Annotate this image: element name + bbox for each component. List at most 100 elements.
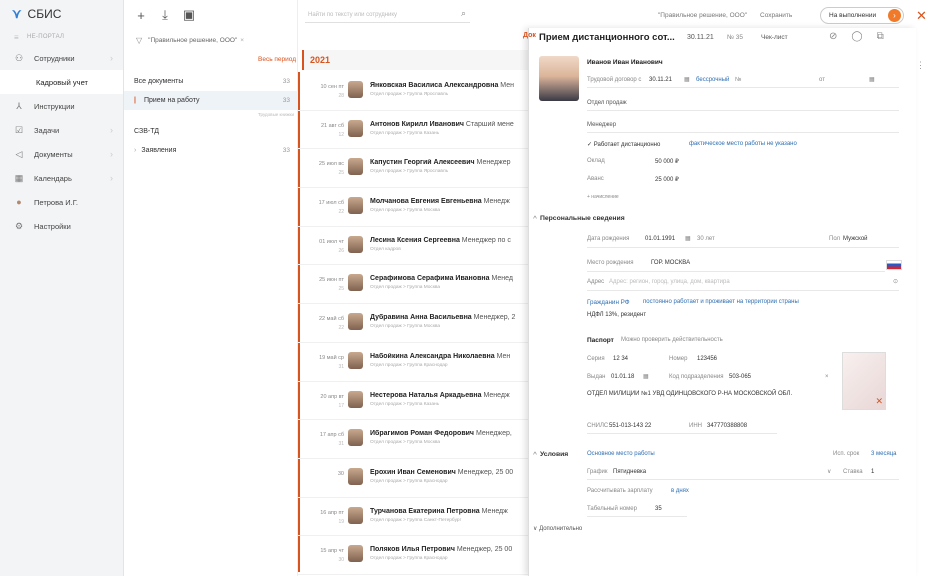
sidebar-item-hr-records[interactable]: Кадровый учет [0,70,123,94]
row-day: 22 [338,325,344,332]
contract-date-field[interactable]: 30.11.21 [649,77,672,83]
more-menu-icon[interactable]: ⋮ [916,60,925,71]
list-item[interactable]: 30 Ерохин Иван Семенович Менеджер, 25 00 О… [298,459,528,498]
sex-select[interactable]: Мужской [843,236,868,242]
sidebar-item-calendar[interactable]: ▦ Календарь › [0,166,123,190]
doc-type-all[interactable]: Все документы 33 [124,72,298,91]
salary-field[interactable]: 50 000 ₽ [655,158,679,165]
period-selector[interactable]: Весь период [258,56,296,63]
country-flag-icon[interactable] [886,260,902,270]
hint-label: Трудовые книжки [258,112,295,117]
birthplace-field[interactable]: ГОР. МОСКВА [651,260,690,266]
employee-photo[interactable] [539,56,579,101]
delete-icon[interactable]: ✕ [875,396,883,407]
row-date: 15 апр чт [320,548,344,555]
employee-name[interactable]: Иванов Иван Иванович [587,59,663,66]
add-icon[interactable]: + [134,8,148,23]
row-date: 19 май ср [319,354,344,361]
list-item[interactable]: 10 сен пт 28 Янковская Василиса Александро… [298,72,528,111]
checklist-button[interactable]: Чек-лист [761,34,788,41]
row-department: Отдел продаж > Группа Санкт-Петербург [370,517,462,523]
clear-icon[interactable]: × [825,374,829,380]
print-icon[interactable]: ⧉ [877,31,898,42]
sidebar-item-documents[interactable]: ◁ Документы › [0,142,123,166]
department-field[interactable]: Отдел продаж [587,100,627,106]
doc-date[interactable]: 30.11.21 [687,34,714,41]
sidebar-item-employees[interactable]: ⚇ Сотрудники › [0,46,123,70]
list-item[interactable]: 21 авг сб 12 Антонов Кирилл Иванович Старш… [298,111,528,150]
calendar-icon[interactable]: ▦ [684,76,690,83]
row-day: 25 [338,170,344,177]
comment-icon[interactable]: ◯ [851,31,876,42]
workplace-link[interactable]: фактическое место работы не указано [689,141,797,147]
list-item[interactable]: 17 апр сб 31 Ибрагимов Роман Федорович Мен… [298,420,528,459]
archive-icon[interactable]: ▣ [182,7,196,23]
passport-scan-thumbnail[interactable]: ✕ [842,352,886,410]
passport-check-link[interactable]: Можно проверить действительность [621,337,723,343]
close-icon[interactable]: ✕ [916,8,927,24]
conditions-section-header[interactable]: ^ Условия [533,451,568,458]
download-icon[interactable]: ⤓ [158,7,172,23]
list-item[interactable]: 19 май ср 31 Набойкина Александра Николаев… [298,343,528,382]
remote-checkbox[interactable]: ✓ Работает дистанционно [587,141,660,148]
inn-field[interactable]: 347770388808 [707,423,747,429]
save-button[interactable]: Сохранить [760,12,792,19]
birth-date-field[interactable]: 01.01.1991 [645,236,675,242]
rate-field[interactable]: 1 [871,469,874,475]
list-item[interactable]: 25 июл вс 25 Капустин Георгий Алексеевич М… [298,149,528,189]
citizenship-link[interactable]: Гражданин РФ [587,299,630,306]
calendar-icon[interactable]: ▦ [685,235,691,242]
passport-number-field[interactable]: 123456 [697,356,717,362]
position-field[interactable]: Менеджер [587,122,616,128]
portal-switch[interactable]: ≡ НЕ-ПОРТАЛ [0,28,123,46]
row-department: Отдел продаж > Группа Краснодар [370,556,448,562]
tab-number-field[interactable]: 35 [655,506,662,512]
contract-term-link[interactable]: бессрочный [696,77,729,83]
add-accrual-link[interactable]: + начисление [587,194,619,200]
pay-mode-link[interactable]: в днях [671,488,689,494]
list-item[interactable]: 20 апр вт 17 Нестерова Наталья Аркадьевна … [298,382,528,421]
passport-issued-field[interactable]: 01.01.18 [611,374,634,380]
list-item[interactable]: 22 май сб 22 Дубравина Анна Васильевна Мен… [298,304,528,343]
organization-name[interactable]: "Правильное решение, ООО" [658,12,747,19]
snils-field[interactable]: 551-013-143 22 [609,423,651,429]
personal-section-header[interactable]: ^ Персональные сведения [533,215,625,222]
passport-issuer-field[interactable]: ОТДЕЛ МИЛИЦИИ №1 УВД ОДИНЦОВСКОГО Р-НА М… [587,390,837,399]
doc-number[interactable]: № 35 [727,34,743,41]
search-icon[interactable]: ⌕ [461,8,466,19]
list-item[interactable]: 01 июл чт 26 Лесина Ксения Сергеевна Менед… [298,227,528,266]
sidebar-item-profile[interactable]: ● Петрова И.Г. [0,190,123,214]
sidebar-item-instructions[interactable]: ⅄ Инструкции [0,94,123,118]
calendar-icon[interactable]: ▦ [869,76,875,83]
map-pin-icon[interactable]: ⊙ [893,278,898,285]
list-item[interactable]: 25 июн пт 25 Серафимова Серафима Ивановна … [298,265,528,305]
advance-field[interactable]: 25 000 ₽ [655,176,679,183]
doc-type-szv-td[interactable]: СЗВ-ТД [124,122,298,141]
chevron-down-icon[interactable]: ∨ [827,468,831,475]
more-section-toggle[interactable]: ∨ Дополнительно [533,525,582,532]
list-item[interactable]: 17 июл сб 22 Молчанова Евгения Евгеньевна … [298,188,528,227]
arrow-right-icon: › [888,9,901,22]
list-item[interactable]: 15 апр чт 30 Поляков Илья Петрович Менедже… [298,536,528,575]
attach-icon[interactable]: ⊘ [829,31,851,42]
list-item[interactable]: 16 апр пт 19 Турчанова Екатерина Петровна … [298,498,528,537]
search-input[interactable]: Найти по тексту или сотруднику ⌕ [305,7,470,23]
doc-type-hiring[interactable]: | Прием на работу 33 [124,91,298,110]
status-button[interactable]: На выполнении › [820,7,904,24]
clear-filter-icon[interactable]: × [240,37,244,44]
filter-icon: ▽ [136,35,143,45]
sidebar-item-settings[interactable]: ⚙ Настройки [0,214,123,238]
employee-name: Нестерова Наталья Аркадьевна Менедж [370,391,510,399]
sidebar-item-tasks[interactable]: ☑ Задачи › [0,118,123,142]
menu-icon: ≡ [14,32,19,42]
residency-link[interactable]: постоянно работает и проживает на террит… [643,299,799,305]
calendar-icon[interactable]: ▦ [643,373,649,380]
passport-series-field[interactable]: 12 34 [613,356,628,362]
trial-period-link[interactable]: 3 месяца [871,451,897,457]
address-field[interactable]: Адрес: регион, город, улица, дом, кварти… [609,279,730,285]
logo[interactable]: ⋎ СБИС [0,0,123,28]
doc-type-applications[interactable]: › Заявления 33 [124,141,298,160]
workplace-type-link[interactable]: Основное место работы [587,451,655,457]
schedule-select[interactable]: Пятидневка [613,469,646,475]
division-code-field[interactable]: 503-065 [729,374,751,380]
